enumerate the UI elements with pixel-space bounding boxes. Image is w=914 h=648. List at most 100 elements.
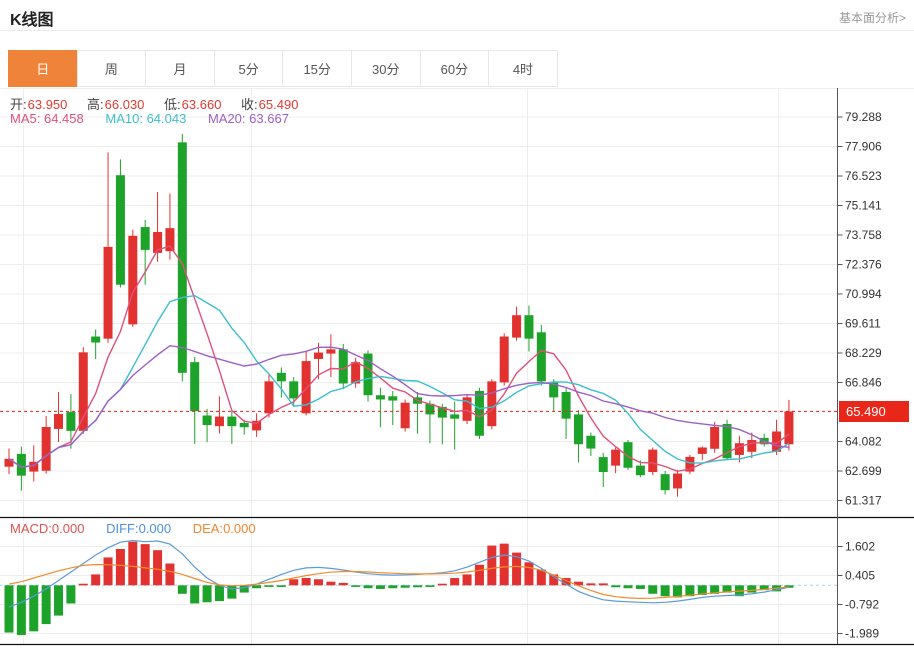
macd-histogram-bar (339, 583, 348, 585)
chart-area: 79.28877.90676.52375.14173.75872.37670.9… (0, 88, 914, 648)
macd-histogram-bar (141, 544, 150, 585)
macd-histogram-bar (586, 583, 595, 585)
macd-histogram-bar (203, 585, 212, 602)
macd-histogram-bar (500, 544, 509, 586)
macd-histogram-bar (376, 585, 385, 589)
candle-body (215, 417, 224, 427)
tab-week[interactable]: 周 (77, 50, 147, 87)
macd-histogram-bar (190, 585, 199, 603)
macd-histogram-bar (289, 579, 298, 585)
candle-body (289, 381, 298, 398)
macd-histogram-bar (252, 585, 261, 588)
price-axis-label: 79.288 (845, 110, 882, 124)
price-axis-label: 73.758 (845, 228, 882, 242)
dea-line (9, 565, 789, 599)
tab-15min[interactable]: 15分 (282, 50, 352, 87)
candle-body (178, 142, 187, 372)
candle-body (586, 436, 595, 449)
candle-body (203, 415, 212, 425)
candle-body (648, 450, 657, 472)
macd-histogram-bar (54, 585, 63, 615)
macd-histogram-bar (215, 585, 224, 601)
ma-readout: MA5: 64.458 MA10: 64.043 MA20: 63.667 (10, 111, 307, 126)
macd-axis-label: 1.602 (845, 540, 875, 554)
ma5-value: 64.458 (44, 111, 84, 126)
period-tabbar: 日 周 月 5分 15分 30分 60分 4时 (9, 50, 558, 87)
price-axis-label: 75.141 (845, 198, 882, 212)
ma5-line (9, 246, 789, 471)
macd-histogram-bar (388, 585, 397, 588)
tab-day[interactable]: 日 (8, 50, 78, 87)
candle-body (104, 247, 113, 339)
macd-value: 0.000 (52, 521, 85, 536)
high-value: 66.030 (105, 97, 145, 112)
macd-histogram-bar (17, 585, 26, 635)
macd-histogram-bar (277, 585, 286, 587)
ma20-line (9, 346, 789, 468)
macd-histogram-bar (475, 565, 484, 586)
tab-30min[interactable]: 30分 (351, 50, 421, 87)
candle-body (661, 474, 670, 490)
tab-4hour[interactable]: 4时 (488, 50, 558, 87)
tab-5min[interactable]: 5分 (214, 50, 284, 87)
macd-histogram-bar (314, 579, 323, 585)
macd-histogram-bar (661, 585, 670, 596)
candle-body (512, 315, 521, 337)
price-axis-label: 72.376 (845, 257, 882, 271)
macd-histogram-bar (364, 585, 373, 588)
fundamental-analysis-link[interactable]: 基本面分析> (839, 9, 906, 26)
candle-body (314, 353, 323, 359)
macd-histogram-bar (91, 574, 100, 585)
dea-label: DEA: (193, 521, 223, 536)
candle-body (66, 412, 75, 431)
macd-histogram-bar (401, 585, 410, 587)
candle-body (500, 337, 509, 383)
macd-histogram-bar (5, 585, 14, 632)
low-label: 低: (164, 97, 181, 112)
macd-histogram-bar (524, 562, 533, 585)
macd-histogram-bar (326, 582, 335, 586)
low-value: 63.660 (182, 97, 222, 112)
macd-histogram-bar (351, 585, 360, 587)
price-axis-label: 76.523 (845, 169, 882, 183)
candle-body (599, 457, 608, 472)
macd-histogram-bar (66, 585, 75, 603)
candle-body (42, 427, 51, 471)
candle-body (698, 447, 707, 453)
ma20-label: MA20: (208, 111, 246, 126)
price-axis-label: 70.994 (845, 287, 882, 301)
candle-body (747, 440, 756, 452)
macd-histogram-bar (463, 574, 472, 585)
candle-body (636, 466, 645, 476)
page-title: K线图 (10, 6, 54, 30)
candle-body (376, 395, 385, 399)
macd-histogram-bar (104, 557, 113, 585)
macd-histogram-bar (611, 585, 620, 587)
tab-month[interactable]: 月 (145, 50, 215, 87)
candle-body (141, 227, 150, 250)
price-axis-label: 64.082 (845, 434, 882, 448)
macd-histogram-bar (648, 585, 657, 593)
ma10-label: MA10: (105, 111, 143, 126)
candle-body (710, 427, 719, 449)
candle-body (537, 332, 546, 381)
tab-60min[interactable]: 60分 (420, 50, 490, 87)
candle-body (611, 450, 620, 466)
macd-label: MACD: (10, 521, 52, 536)
macd-histogram-bar (227, 585, 236, 598)
macd-histogram-bar (624, 585, 633, 588)
candle-body (326, 349, 335, 353)
macd-histogram-bar (153, 550, 162, 585)
macd-histogram-bar (747, 585, 756, 592)
candle-body (5, 459, 14, 467)
macd-histogram-bar (599, 583, 608, 585)
macd-histogram-bar (29, 585, 38, 631)
macd-histogram-bar (178, 585, 187, 593)
macd-histogram-bar (264, 585, 273, 587)
kline-macd-chart[interactable]: 79.28877.90676.52375.14173.75872.37670.9… (0, 88, 914, 648)
high-label: 高: (87, 97, 104, 112)
macd-histogram-bar (450, 578, 459, 585)
candle-body (487, 381, 496, 426)
widget-header: K线图 基本面分析> (0, 0, 914, 31)
price-axis-label: 62.699 (845, 464, 882, 478)
